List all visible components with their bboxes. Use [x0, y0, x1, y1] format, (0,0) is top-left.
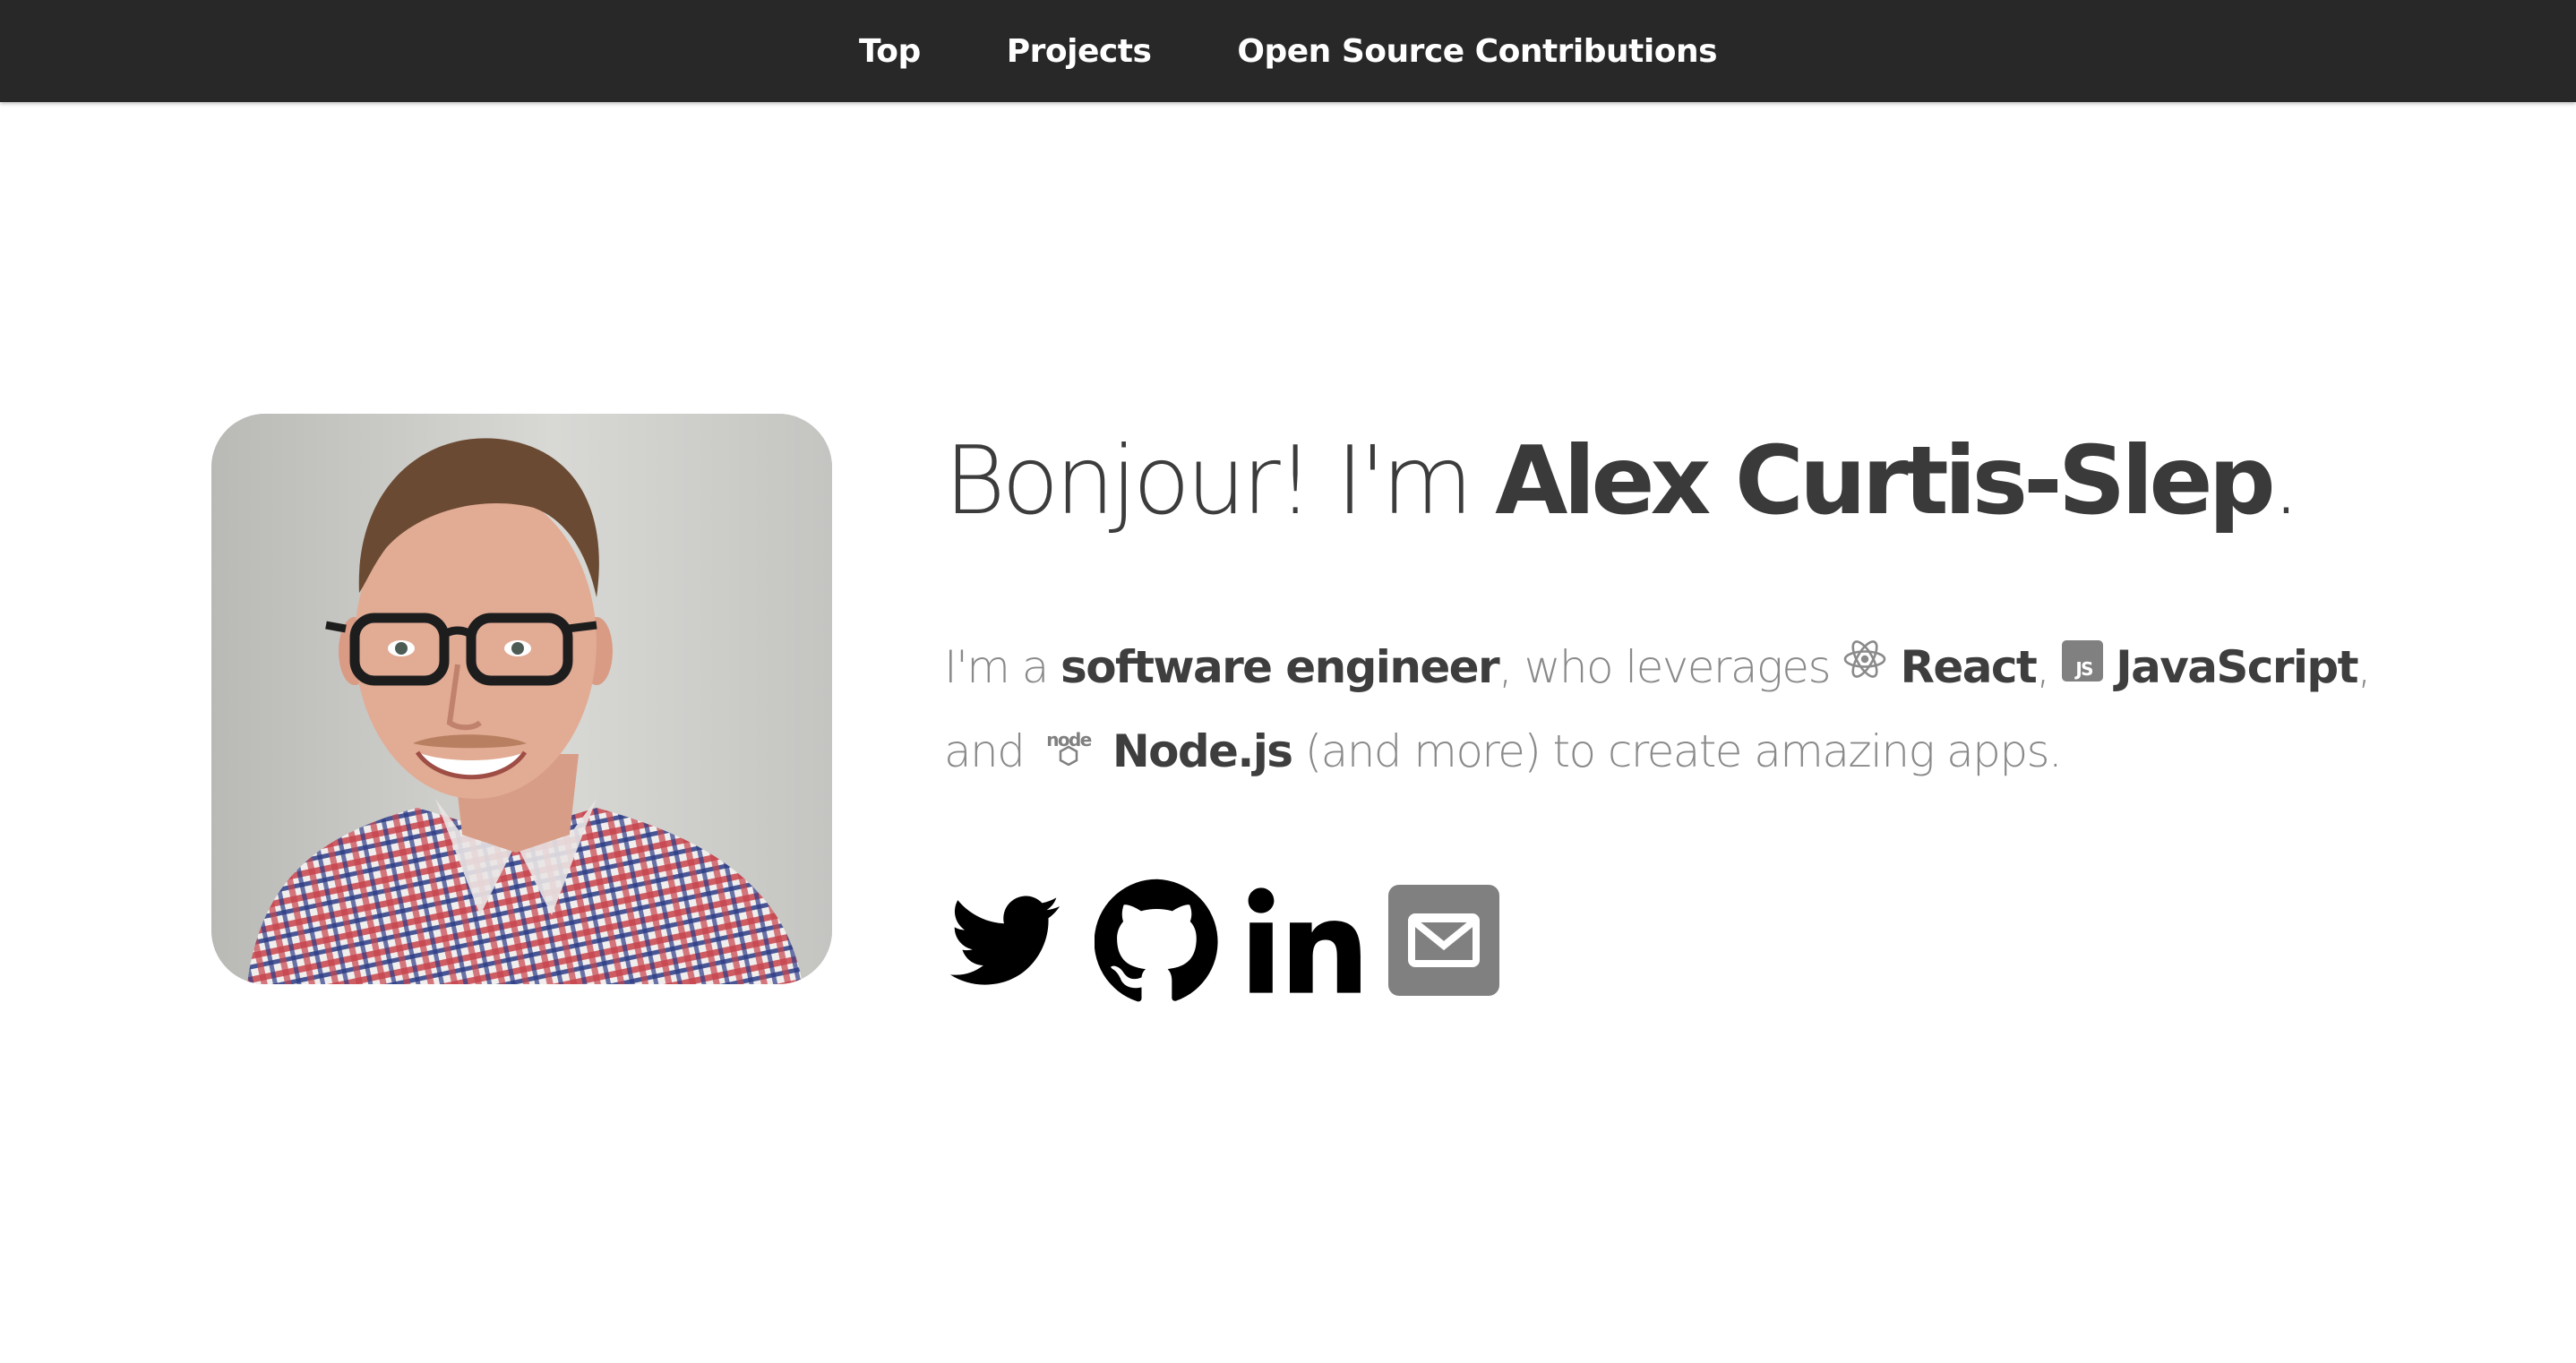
svg-text:JS: JS: [2074, 658, 2092, 680]
greeting-prefix: Bonjour! I'm: [944, 426, 1496, 536]
bio-text: , who leverages: [1498, 641, 1843, 693]
bio-tech-javascript: JavaScript: [2116, 641, 2358, 693]
bio-role: software engineer: [1060, 641, 1500, 693]
nav-link-projects[interactable]: Projects: [1007, 33, 1152, 70]
linkedin-icon: [1248, 887, 1361, 993]
profile-photo: [211, 414, 832, 984]
hero-heading: Bonjour! I'm Alex Curtis-Slep.: [944, 429, 2301, 534]
bio-text: ,: [2357, 641, 2372, 693]
nav-link-top[interactable]: Top: [859, 33, 921, 70]
nav-link-open-source[interactable]: Open Source Contributions: [1237, 33, 1717, 70]
bio-text: I'm a: [944, 641, 1061, 693]
bio-text: and: [944, 725, 1037, 777]
nodejs-icon: node: [1037, 710, 1100, 792]
github-link[interactable]: [1095, 878, 1220, 1003]
navbar: Top Projects Open Source Contributions: [0, 0, 2576, 102]
social-links: [942, 878, 1526, 1003]
github-icon: [1095, 879, 1218, 1002]
email-icon: [1388, 885, 1499, 996]
bio-tech-react: React: [1900, 641, 2038, 693]
greeting-suffix: .: [2271, 426, 2301, 536]
javascript-icon: JS: [2061, 626, 2103, 707]
email-link[interactable]: [1388, 885, 1499, 996]
bio-tech-nodejs: Node.js: [1112, 725, 1293, 777]
twitter-link[interactable]: [942, 886, 1068, 995]
hero-name: Alex Curtis-Slep: [1495, 426, 2276, 536]
linkedin-link[interactable]: [1247, 882, 1361, 999]
react-icon: [1842, 626, 1887, 707]
bio-text: ,: [2036, 641, 2062, 693]
hero-bio: I'm a software engineer, who leverages R…: [944, 627, 2377, 795]
bio-text: (and more) to create amazing apps.: [1292, 725, 2063, 777]
twitter-icon: [949, 896, 1060, 985]
